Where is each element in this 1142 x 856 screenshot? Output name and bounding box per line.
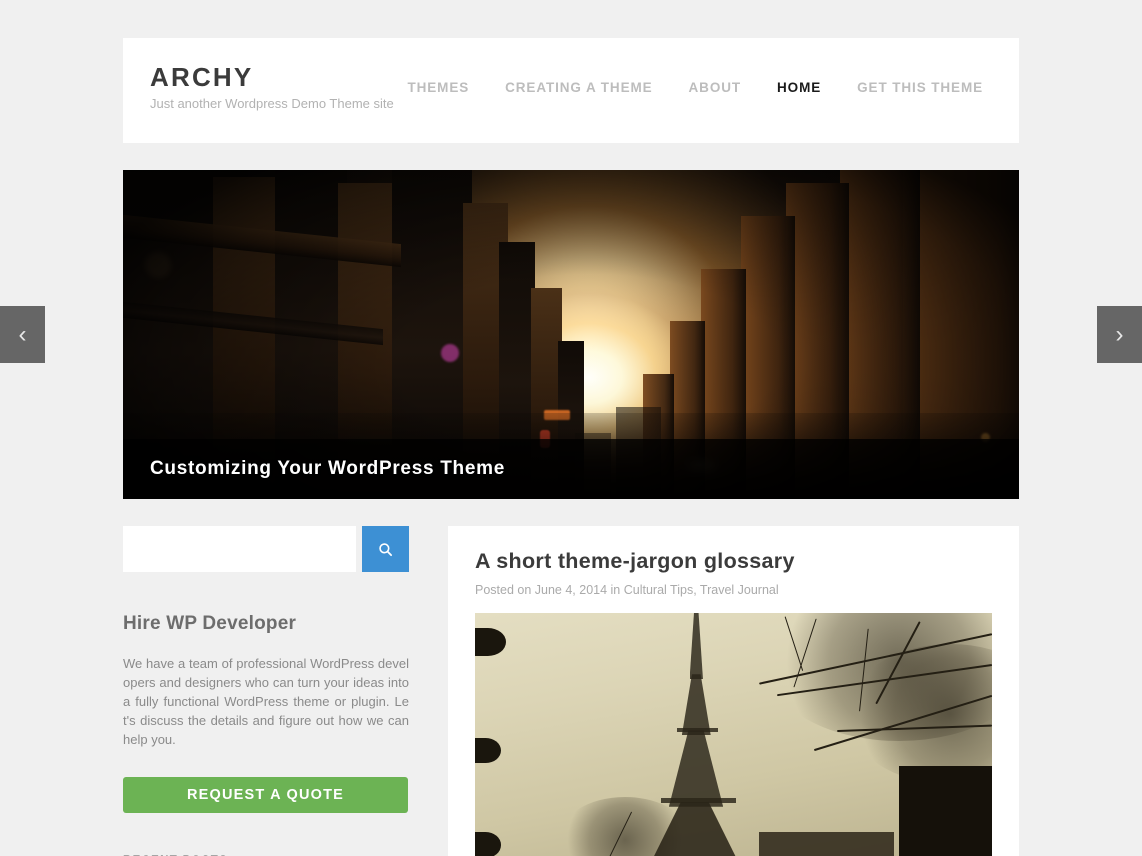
search-form — [123, 526, 409, 572]
foreground-blob-3 — [475, 832, 501, 856]
building-mid-bottom — [759, 832, 894, 856]
search-submit-button[interactable] — [362, 526, 409, 572]
post-title[interactable]: A short theme-jargon glossary — [475, 549, 1019, 574]
site-tagline: Just another Wordpress Demo Theme site — [150, 96, 394, 111]
nav-item-creating-a-theme[interactable]: CREATING A THEME — [487, 80, 670, 95]
site-branding: ARCHY Just another Wordpress Demo Theme … — [150, 64, 394, 110]
sidebar: Hire WP Developer We have a team of prof… — [123, 526, 409, 856]
featured-slider[interactable]: Customizing Your WordPress Theme — [123, 170, 1019, 499]
building-dark-right — [898, 766, 992, 856]
search-icon — [379, 542, 393, 556]
nav-item-themes[interactable]: THEMES — [389, 80, 487, 95]
primary-navigation: THEMES CREATING A THEME ABOUT HOME GET T… — [407, 80, 1001, 95]
nav-item-home[interactable]: HOME — [759, 80, 839, 95]
site-header: ARCHY Just another Wordpress Demo Theme … — [123, 38, 1019, 143]
nav-item-about[interactable]: ABOUT — [671, 80, 760, 95]
search-input[interactable] — [123, 526, 356, 572]
slide-caption-text[interactable]: Customizing Your WordPress Theme — [123, 458, 505, 480]
post-card: A short theme-jargon glossary Posted on … — [448, 526, 1019, 856]
nav-item-get-this-theme[interactable]: GET THIS THEME — [839, 80, 1001, 95]
slider-next-arrow-icon[interactable]: › — [1097, 306, 1142, 363]
widget-hire-wp-developer: Hire WP Developer We have a team of prof… — [123, 613, 409, 813]
slide-caption: Customizing Your WordPress Theme — [123, 439, 1019, 499]
request-a-quote-button[interactable]: REQUEST A QUOTE — [123, 777, 408, 813]
post-meta: Posted on June 4, 2014 in Cultural Tips,… — [475, 583, 779, 597]
slider-prev-arrow-icon[interactable]: ‹ — [0, 306, 45, 363]
post-thumbnail[interactable] — [475, 613, 992, 856]
widget-body-text: We have a team of professional WordPress… — [123, 656, 409, 747]
widget-title: Hire WP Developer — [123, 613, 297, 634]
site-title[interactable]: ARCHY — [150, 64, 394, 90]
page-root: ARCHY Just another Wordpress Demo Theme … — [0, 0, 1142, 856]
